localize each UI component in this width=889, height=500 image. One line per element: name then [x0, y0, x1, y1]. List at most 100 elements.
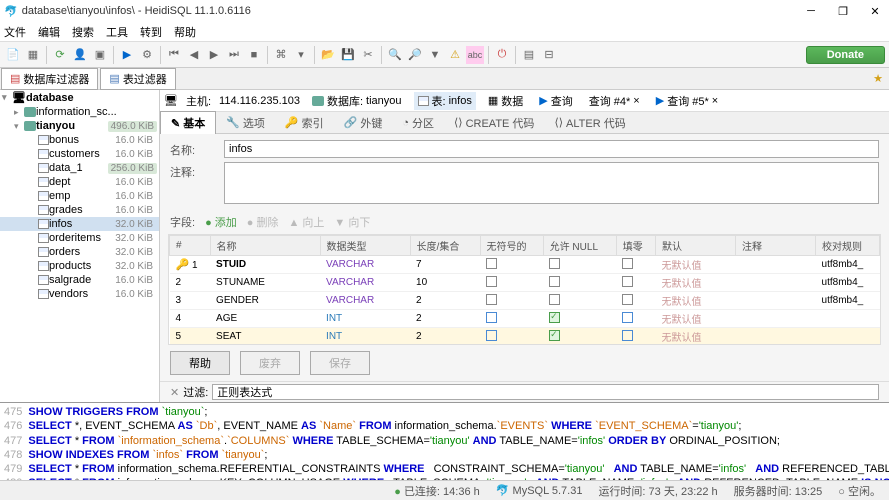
query5-tab[interactable]: ▶查询 #5* × — [652, 92, 722, 110]
tree-table[interactable]: orderitems32.0 KiB — [0, 231, 159, 245]
play-icon[interactable]: ▶ — [118, 46, 136, 64]
misc-icon[interactable]: ▤ — [520, 46, 538, 64]
tree-table[interactable]: data_1256.0 KiB — [0, 161, 159, 175]
col-unsigned[interactable]: 无符号的 — [480, 236, 543, 256]
code-icon[interactable]: ⌘ — [272, 46, 290, 64]
tree-database[interactable]: ▸information_sc... — [0, 105, 159, 119]
menu-file[interactable]: 文件 — [4, 24, 26, 40]
refresh-icon[interactable]: ⟳ — [51, 46, 69, 64]
nav-first-icon[interactable]: ⏮ — [165, 46, 183, 64]
help-button[interactable]: 帮助 — [170, 351, 230, 375]
tab-partition[interactable]: ◔ 分区 — [392, 112, 444, 134]
donate-button[interactable]: Donate — [806, 46, 885, 64]
col-collation[interactable]: 校对规则 — [816, 236, 880, 256]
nav-prev-icon[interactable]: ◀ — [185, 46, 203, 64]
col-name[interactable]: 名称 — [210, 236, 320, 256]
field-row[interactable]: 3GENDERVARCHAR2无默认值utf8mb4_ — [170, 292, 880, 310]
col-null[interactable]: 允许 NULL — [543, 236, 616, 256]
new-icon[interactable]: 📄 — [4, 46, 22, 64]
tree-table[interactable]: emp16.0 KiB — [0, 189, 159, 203]
cut-icon[interactable]: ✂ — [359, 46, 377, 64]
zoom-icon[interactable]: 🔎 — [406, 46, 424, 64]
exit-icon[interactable]: ⏻ — [493, 46, 511, 64]
warning-icon[interactable]: ⚠ — [446, 46, 464, 64]
remove-field-button[interactable]: ● 删除 — [247, 214, 279, 230]
col-zero[interactable]: 填零 — [616, 236, 655, 256]
tree-root[interactable]: ▾🖥 database — [0, 90, 159, 105]
tree-table[interactable]: vendors16.0 KiB — [0, 287, 159, 301]
filter-icon[interactable]: ▼ — [426, 46, 444, 64]
add-field-button[interactable]: ● 添加 — [205, 214, 237, 230]
field-row[interactable]: 4AGEINT2无默认值 — [170, 310, 880, 328]
menu-search[interactable]: 搜索 — [72, 24, 94, 40]
favorite-icon[interactable]: ★ — [867, 70, 889, 87]
comment-input[interactable] — [224, 162, 879, 204]
col-len[interactable]: 长度/集合 — [410, 236, 480, 256]
field-row[interactable]: 5SEATINT2无默认值 — [170, 328, 880, 346]
menu-help[interactable]: 帮助 — [174, 24, 196, 40]
sql-log[interactable]: 475 476 477 478 479 480 481 SHOW TRIGGER… — [0, 402, 889, 480]
tree-table[interactable]: salgrade16.0 KiB — [0, 273, 159, 287]
name-input[interactable] — [224, 140, 879, 158]
col-type[interactable]: 数据类型 — [320, 236, 410, 256]
grid-icon[interactable]: ▦ — [24, 46, 42, 64]
menu-edit[interactable]: 编辑 — [38, 24, 60, 40]
tab-fk[interactable]: 🔗 外键 — [334, 112, 393, 134]
mysql-icon: 🐬 — [496, 485, 510, 497]
table-filter-tab[interactable]: ▤表过滤器 — [100, 68, 175, 90]
status-servertime: 服务器时间: 13:25 — [734, 483, 823, 499]
tree-table[interactable]: dept16.0 KiB — [0, 175, 159, 189]
close-filter-icon[interactable]: ✕ — [170, 386, 179, 399]
field-row[interactable]: 2STUNAMEVARCHAR10无默认值utf8mb4_ — [170, 274, 880, 292]
discard-button[interactable]: 废弃 — [240, 351, 300, 375]
minimize-button[interactable]: ─ — [801, 5, 821, 18]
field-row[interactable]: 🔑 1STUIDVARCHAR7无默认值utf8mb4_ — [170, 256, 880, 274]
open-icon[interactable]: 📂 — [319, 46, 337, 64]
move-up-button[interactable]: ▲ 向上 — [288, 214, 324, 230]
nav-last-icon[interactable]: ⏭ — [225, 46, 243, 64]
table-tab[interactable]: 表:infos — [414, 92, 476, 110]
search-icon[interactable]: 🔍 — [386, 46, 404, 64]
filter-input[interactable] — [212, 384, 879, 400]
menu-tools[interactable]: 工具 — [106, 24, 128, 40]
tab-options[interactable]: 🔧 选项 — [216, 112, 275, 134]
query4-tab[interactable]: 查询 #4* × — [585, 92, 644, 110]
nav-next-icon[interactable]: ▶ — [205, 46, 223, 64]
user-icon[interactable]: 👤 — [71, 46, 89, 64]
tab-alter[interactable]: ⟨⟩ ALTER 代码 — [544, 112, 635, 134]
col-comment[interactable]: 注释 — [736, 236, 816, 256]
tree-table[interactable]: grades16.0 KiB — [0, 203, 159, 217]
col-num[interactable]: # — [170, 236, 211, 256]
host-value: 114.116.235.103 — [219, 95, 300, 107]
tab-index[interactable]: 🔑 索引 — [275, 112, 334, 134]
separator — [488, 46, 489, 64]
var-icon[interactable]: abc — [466, 46, 484, 64]
tree-table[interactable]: products32.0 KiB — [0, 259, 159, 273]
close-button[interactable]: ✕ — [865, 5, 885, 18]
fields-grid[interactable]: # 名称 数据类型 长度/集合 无符号的 允许 NULL 填零 默认 注释 校对… — [168, 234, 881, 345]
tree-table[interactable]: infos32.0 KiB — [0, 217, 159, 231]
move-down-button[interactable]: ▼ 向下 — [334, 214, 370, 230]
tree-table[interactable]: bonus16.0 KiB — [0, 133, 159, 147]
save-icon[interactable]: 💾 — [339, 46, 357, 64]
database-tab[interactable]: 数据库:tianyou — [308, 92, 406, 110]
tree-table[interactable]: orders32.0 KiB — [0, 245, 159, 259]
menu-goto[interactable]: 转到 — [140, 24, 162, 40]
tab-create[interactable]: ⟨⟩ CREATE 代码 — [444, 112, 544, 134]
data-tab[interactable]: ▦ 数据 — [484, 92, 527, 110]
separator — [160, 46, 161, 64]
stop-icon[interactable]: ■ — [245, 46, 263, 64]
tree-table[interactable]: customers16.0 KiB — [0, 147, 159, 161]
folder-icon[interactable]: ▣ — [91, 46, 109, 64]
query-tab[interactable]: ▶查询 — [535, 92, 576, 110]
db-filter-tab[interactable]: ▤数据库过滤器 — [1, 68, 98, 90]
db-tree[interactable]: ▾🖥 database ▸information_sc...▾tianyou49… — [0, 90, 160, 402]
save-button[interactable]: 保存 — [310, 351, 370, 375]
dropdown-icon[interactable]: ▾ — [292, 46, 310, 64]
maximize-button[interactable]: ❐ — [833, 5, 853, 18]
collapse-icon[interactable]: ⊟ — [540, 46, 558, 64]
col-default[interactable]: 默认 — [656, 236, 736, 256]
settings-icon[interactable]: ⚙ — [138, 46, 156, 64]
tab-basic[interactable]: ✎ 基本 — [160, 111, 216, 134]
tree-database[interactable]: ▾tianyou496.0 KiB — [0, 119, 159, 133]
